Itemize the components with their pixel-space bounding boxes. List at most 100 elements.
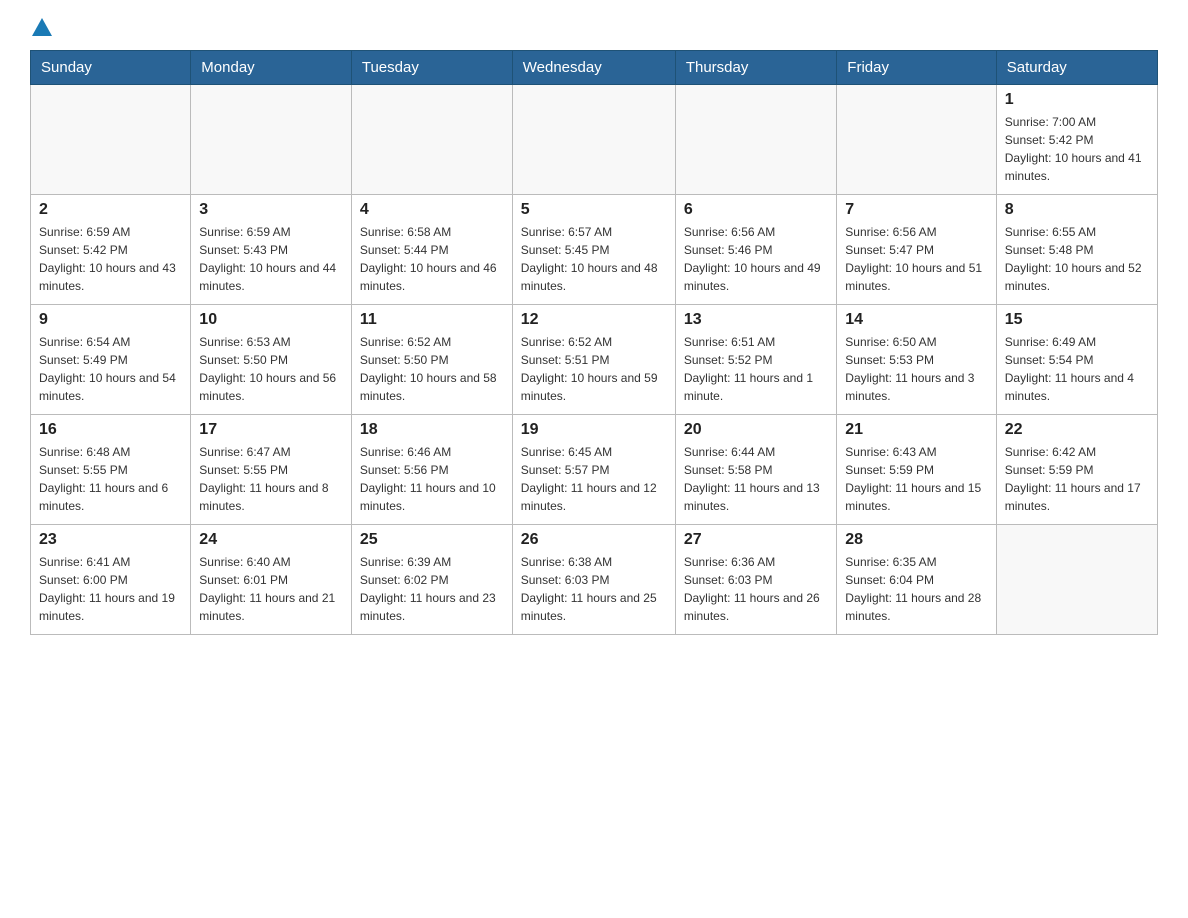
calendar-cell: 24 Sunrise: 6:40 AM Sunset: 6:01 PM Dayli…	[191, 525, 352, 635]
calendar-cell: 13 Sunrise: 6:51 AM Sunset: 5:52 PM Dayli…	[675, 305, 836, 415]
day-number: 17	[199, 421, 343, 439]
day-number: 9	[39, 311, 182, 329]
calendar-cell: 1 Sunrise: 7:00 AM Sunset: 5:42 PM Daylig…	[996, 85, 1157, 195]
day-info: Sunrise: 6:42 AM Sunset: 5:59 PM Dayligh…	[1005, 443, 1149, 515]
day-number: 26	[521, 531, 667, 549]
day-info: Sunrise: 6:51 AM Sunset: 5:52 PM Dayligh…	[684, 333, 828, 405]
day-info: Sunrise: 6:50 AM Sunset: 5:53 PM Dayligh…	[845, 333, 987, 405]
calendar-cell	[996, 525, 1157, 635]
day-info: Sunrise: 6:41 AM Sunset: 6:00 PM Dayligh…	[39, 553, 182, 625]
day-info: Sunrise: 6:59 AM Sunset: 5:43 PM Dayligh…	[199, 223, 343, 295]
day-info: Sunrise: 6:43 AM Sunset: 5:59 PM Dayligh…	[845, 443, 987, 515]
calendar-cell: 22 Sunrise: 6:42 AM Sunset: 5:59 PM Dayli…	[996, 415, 1157, 525]
calendar-cell	[31, 85, 191, 195]
day-info: Sunrise: 6:49 AM Sunset: 5:54 PM Dayligh…	[1005, 333, 1149, 405]
calendar-cell: 15 Sunrise: 6:49 AM Sunset: 5:54 PM Dayli…	[996, 305, 1157, 415]
day-number: 1	[1005, 91, 1149, 109]
calendar-week-row: 2 Sunrise: 6:59 AM Sunset: 5:42 PM Daylig…	[31, 195, 1158, 305]
calendar-cell: 18Sunrise: 6:46 AM Sunset: 5:56 PM Dayli…	[351, 415, 512, 525]
day-number: 19	[521, 421, 667, 439]
calendar-cell: 11 Sunrise: 6:52 AM Sunset: 5:50 PM Dayli…	[351, 305, 512, 415]
calendar-cell: 7 Sunrise: 6:56 AM Sunset: 5:47 PM Daylig…	[837, 195, 996, 305]
calendar-cell: 16 Sunrise: 6:48 AM Sunset: 5:55 PM Dayli…	[31, 415, 191, 525]
day-number: 11	[360, 311, 504, 329]
calendar-cell: 8 Sunrise: 6:55 AM Sunset: 5:48 PM Daylig…	[996, 195, 1157, 305]
day-info: Sunrise: 6:59 AM Sunset: 5:42 PM Dayligh…	[39, 223, 182, 295]
day-number: 10	[199, 311, 343, 329]
calendar-cell	[191, 85, 352, 195]
page-header	[30, 20, 1158, 34]
calendar-cell: 23Sunrise: 6:41 AM Sunset: 6:00 PM Dayli…	[31, 525, 191, 635]
calendar-cell: 26 Sunrise: 6:38 AM Sunset: 6:03 PM Dayli…	[512, 525, 675, 635]
day-info: Sunrise: 6:40 AM Sunset: 6:01 PM Dayligh…	[199, 553, 343, 625]
day-number: 24	[199, 531, 343, 549]
day-number: 12	[521, 311, 667, 329]
calendar-cell: 19 Sunrise: 6:45 AM Sunset: 5:57 PM Dayli…	[512, 415, 675, 525]
day-info: Sunrise: 6:39 AM Sunset: 6:02 PM Dayligh…	[360, 553, 504, 625]
calendar-header-row: SundayMondayTuesdayWednesdayThursdayFrid…	[31, 51, 1158, 85]
logo-triangle-icon	[32, 18, 52, 36]
day-number: 22	[1005, 421, 1149, 439]
calendar-cell: 27 Sunrise: 6:36 AM Sunset: 6:03 PM Dayli…	[675, 525, 836, 635]
calendar-cell: 3 Sunrise: 6:59 AM Sunset: 5:43 PM Daylig…	[191, 195, 352, 305]
day-number: 16	[39, 421, 182, 439]
calendar-week-row: 1 Sunrise: 7:00 AM Sunset: 5:42 PM Daylig…	[31, 85, 1158, 195]
column-header-sunday: Sunday	[31, 51, 191, 85]
calendar-cell: 21 Sunrise: 6:43 AM Sunset: 5:59 PM Dayli…	[837, 415, 996, 525]
day-info: Sunrise: 6:53 AM Sunset: 5:50 PM Dayligh…	[199, 333, 343, 405]
day-number: 7	[845, 201, 987, 219]
day-number: 2	[39, 201, 182, 219]
calendar-cell: 14 Sunrise: 6:50 AM Sunset: 5:53 PM Dayli…	[837, 305, 996, 415]
day-info: Sunrise: 6:47 AM Sunset: 5:55 PM Dayligh…	[199, 443, 343, 515]
day-info: Sunrise: 7:00 AM Sunset: 5:42 PM Dayligh…	[1005, 113, 1149, 185]
day-info: Sunrise: 6:38 AM Sunset: 6:03 PM Dayligh…	[521, 553, 667, 625]
day-number: 28	[845, 531, 987, 549]
day-number: 14	[845, 311, 987, 329]
calendar-cell: 2 Sunrise: 6:59 AM Sunset: 5:42 PM Daylig…	[31, 195, 191, 305]
day-number: 27	[684, 531, 828, 549]
logo	[30, 20, 54, 34]
day-info: Sunrise: 6:57 AM Sunset: 5:45 PM Dayligh…	[521, 223, 667, 295]
day-info: Sunrise: 6:55 AM Sunset: 5:48 PM Dayligh…	[1005, 223, 1149, 295]
day-info: Sunrise: 6:44 AM Sunset: 5:58 PM Dayligh…	[684, 443, 828, 515]
calendar-cell: 9 Sunrise: 6:54 AM Sunset: 5:49 PM Daylig…	[31, 305, 191, 415]
day-number: 6	[684, 201, 828, 219]
day-number: 3	[199, 201, 343, 219]
day-info: Sunrise: 6:45 AM Sunset: 5:57 PM Dayligh…	[521, 443, 667, 515]
day-number: 15	[1005, 311, 1149, 329]
day-number: 25	[360, 531, 504, 549]
calendar-cell: 6 Sunrise: 6:56 AM Sunset: 5:46 PM Daylig…	[675, 195, 836, 305]
day-number: 4	[360, 201, 504, 219]
calendar-cell: 10 Sunrise: 6:53 AM Sunset: 5:50 PM Dayli…	[191, 305, 352, 415]
column-header-friday: Friday	[837, 51, 996, 85]
day-info: Sunrise: 6:48 AM Sunset: 5:55 PM Dayligh…	[39, 443, 182, 515]
day-number: 18	[360, 421, 504, 439]
calendar-cell: 28Sunrise: 6:35 AM Sunset: 6:04 PM Dayli…	[837, 525, 996, 635]
calendar-cell: 4 Sunrise: 6:58 AM Sunset: 5:44 PM Daylig…	[351, 195, 512, 305]
day-number: 20	[684, 421, 828, 439]
calendar-cell: 12 Sunrise: 6:52 AM Sunset: 5:51 PM Dayli…	[512, 305, 675, 415]
calendar-cell	[837, 85, 996, 195]
day-info: Sunrise: 6:56 AM Sunset: 5:47 PM Dayligh…	[845, 223, 987, 295]
calendar-week-row: 16 Sunrise: 6:48 AM Sunset: 5:55 PM Dayli…	[31, 415, 1158, 525]
calendar-cell: 20 Sunrise: 6:44 AM Sunset: 5:58 PM Dayli…	[675, 415, 836, 525]
calendar-week-row: 9 Sunrise: 6:54 AM Sunset: 5:49 PM Daylig…	[31, 305, 1158, 415]
calendar-cell	[512, 85, 675, 195]
day-number: 5	[521, 201, 667, 219]
day-number: 8	[1005, 201, 1149, 219]
day-info: Sunrise: 6:56 AM Sunset: 5:46 PM Dayligh…	[684, 223, 828, 295]
column-header-thursday: Thursday	[675, 51, 836, 85]
day-info: Sunrise: 6:54 AM Sunset: 5:49 PM Dayligh…	[39, 333, 182, 405]
calendar-cell	[675, 85, 836, 195]
column-header-wednesday: Wednesday	[512, 51, 675, 85]
calendar-week-row: 23Sunrise: 6:41 AM Sunset: 6:00 PM Dayli…	[31, 525, 1158, 635]
column-header-monday: Monday	[191, 51, 352, 85]
day-info: Sunrise: 6:36 AM Sunset: 6:03 PM Dayligh…	[684, 553, 828, 625]
day-info: Sunrise: 6:52 AM Sunset: 5:50 PM Dayligh…	[360, 333, 504, 405]
calendar-cell: 17 Sunrise: 6:47 AM Sunset: 5:55 PM Dayli…	[191, 415, 352, 525]
day-info: Sunrise: 6:52 AM Sunset: 5:51 PM Dayligh…	[521, 333, 667, 405]
day-number: 13	[684, 311, 828, 329]
calendar-cell: 5 Sunrise: 6:57 AM Sunset: 5:45 PM Daylig…	[512, 195, 675, 305]
day-info: Sunrise: 6:58 AM Sunset: 5:44 PM Dayligh…	[360, 223, 504, 295]
day-number: 21	[845, 421, 987, 439]
